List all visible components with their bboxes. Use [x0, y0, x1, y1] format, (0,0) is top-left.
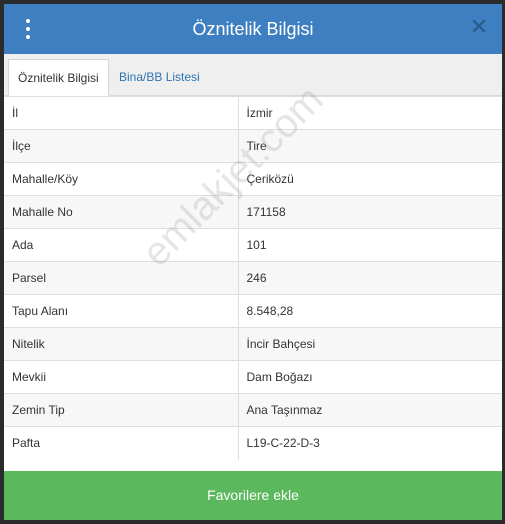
- table-row: Mahalle/Köy Çeriközü: [4, 162, 502, 196]
- row-value: İncir Bahçesi: [237, 327, 502, 361]
- tab-building-list[interactable]: Bina/BB Listesi: [110, 59, 209, 95]
- row-label: Mahalle/Köy: [4, 162, 238, 196]
- row-value: 246: [237, 261, 502, 295]
- table-row: Zemin Tip Ana Taşınmaz: [4, 393, 502, 427]
- attribute-table: İl İzmir İlçe Tire Mahalle/Köy Çeriközü …: [4, 96, 502, 460]
- table-row: Mevkii Dam Boğazı: [4, 360, 502, 394]
- row-label: Mevkii: [4, 360, 238, 394]
- panel-header: Öznitelik Bilgisi ✕: [4, 4, 502, 54]
- row-label: Zemin Tip: [4, 393, 238, 427]
- row-label: Tapu Alanı: [4, 294, 238, 328]
- row-label: Ada: [4, 228, 238, 262]
- row-label: Pafta: [4, 426, 238, 460]
- tab-bar: Öznitelik Bilgisi Bina/BB Listesi: [4, 54, 502, 96]
- row-label: İlçe: [4, 129, 238, 163]
- row-value: İzmir: [237, 96, 502, 130]
- tab-attribute-info[interactable]: Öznitelik Bilgisi: [8, 59, 109, 96]
- row-value: 8.548,28: [237, 294, 502, 328]
- add-to-favorites-button[interactable]: Favorilere ekle: [4, 471, 502, 520]
- row-label: Nitelik: [4, 327, 238, 361]
- row-label: Parsel: [4, 261, 238, 295]
- attribute-panel: Öznitelik Bilgisi ✕ Öznitelik Bilgisi Bi…: [4, 4, 502, 520]
- table-row: İlçe Tire: [4, 129, 502, 163]
- table-row: İl İzmir: [4, 96, 502, 130]
- row-label: Mahalle No: [4, 195, 238, 229]
- table-row: Nitelik İncir Bahçesi: [4, 327, 502, 361]
- panel-title: Öznitelik Bilgisi: [192, 19, 314, 39]
- row-value: Çeriközü: [237, 162, 502, 196]
- row-label: İl: [4, 96, 238, 130]
- table-row: Ada 101: [4, 228, 502, 262]
- table-row: Pafta L19-C-22-D-3: [4, 426, 502, 460]
- row-value: L19-C-22-D-3: [237, 426, 502, 460]
- table-row: Parsel 246: [4, 261, 502, 295]
- row-value: 101: [237, 228, 502, 262]
- row-value: Ana Taşınmaz: [237, 393, 502, 427]
- row-value: Tire: [237, 129, 502, 163]
- row-value: 171158: [237, 195, 502, 229]
- close-icon[interactable]: ✕: [468, 17, 490, 39]
- table-row: Mahalle No 171158: [4, 195, 502, 229]
- table-row: Tapu Alanı 8.548,28: [4, 294, 502, 328]
- row-value: Dam Boğazı: [237, 360, 502, 394]
